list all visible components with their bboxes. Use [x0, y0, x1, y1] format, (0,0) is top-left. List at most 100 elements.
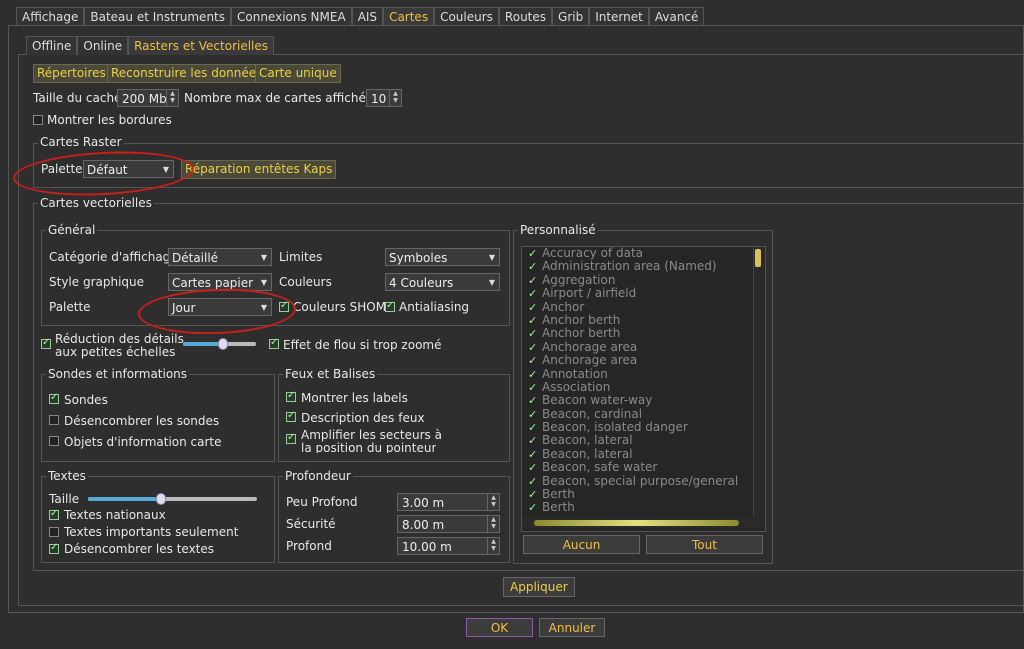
- list-item[interactable]: ✓ Airport / airfield: [522, 286, 765, 300]
- list-item[interactable]: ✓ Aggregation: [522, 273, 765, 287]
- select-none-button[interactable]: Aucun: [523, 535, 640, 554]
- tab-bateau[interactable]: Bateau et Instruments: [84, 7, 231, 26]
- shallow-stepper[interactable]: 3.00 m ▲ ▼: [397, 493, 500, 511]
- check-icon[interactable]: ✓: [528, 448, 537, 461]
- light-description-checkbox[interactable]: [286, 410, 296, 422]
- declutter-texts-checkbox[interactable]: [49, 542, 59, 554]
- tab-affichage[interactable]: Affichage: [16, 7, 85, 26]
- stepper-arrows-icon[interactable]: ▲ ▼: [487, 538, 499, 554]
- list-item[interactable]: ✓ Beacon, special purpose/general: [522, 474, 765, 488]
- tab-internet[interactable]: Internet: [589, 7, 649, 26]
- subtab-rasters-vectorielles[interactable]: Rasters et Vectorielles: [128, 36, 275, 55]
- cancel-button[interactable]: Annuler: [539, 618, 605, 637]
- safety-stepper[interactable]: 8.00 m ▲ ▼: [397, 515, 500, 533]
- stepper-arrows-icon[interactable]: ▲ ▼: [166, 90, 178, 106]
- check-icon[interactable]: ✓: [528, 501, 537, 514]
- select-all-button[interactable]: Tout: [646, 535, 763, 554]
- tab-avance[interactable]: Avancé: [648, 7, 705, 26]
- reconstruire-button[interactable]: Reconstruire les données: [107, 64, 267, 83]
- list-item[interactable]: ✓ Beacon, lateral: [522, 447, 765, 461]
- list-item[interactable]: ✓ Anchor: [522, 300, 765, 314]
- colors-select[interactable]: 4 Couleurs ▼: [385, 273, 500, 291]
- carte-unique-button[interactable]: Carte unique: [255, 64, 341, 83]
- list-item[interactable]: ✓ Beacon, isolated danger: [522, 420, 765, 434]
- check-icon[interactable]: ✓: [528, 327, 537, 340]
- repair-kaps-button[interactable]: Réparation entêtes Kaps: [181, 160, 337, 179]
- blur-checkbox[interactable]: [269, 337, 279, 349]
- important-texts-checkbox[interactable]: [49, 527, 59, 537]
- vertical-scrollbar-handle[interactable]: [755, 249, 761, 267]
- deep-stepper[interactable]: 10.00 m ▲ ▼: [397, 537, 500, 555]
- stepper-arrows-icon[interactable]: ▲ ▼: [487, 516, 499, 532]
- show-labels-checkbox[interactable]: [286, 390, 296, 402]
- check-icon[interactable]: ✓: [528, 461, 537, 474]
- check-icon[interactable]: ✓: [528, 408, 537, 421]
- list-item[interactable]: ✓ Beacon, cardinal: [522, 407, 765, 421]
- list-item[interactable]: ✓ Berth: [522, 500, 765, 515]
- list-item-label: Berth: [542, 500, 575, 515]
- list-item[interactable]: ✓ Association: [522, 380, 765, 394]
- tab-connexions-nmea[interactable]: Connexions NMEA: [231, 7, 352, 26]
- tab-couleurs[interactable]: Couleurs: [434, 7, 499, 26]
- repertoires-button[interactable]: Répertoires: [33, 64, 110, 83]
- sondes-checkbox[interactable]: [49, 392, 59, 404]
- subtab-online[interactable]: Online: [77, 36, 129, 55]
- list-item-label: Beacon water-way: [542, 393, 653, 408]
- check-icon[interactable]: ✓: [528, 475, 537, 488]
- check-icon[interactable]: ✓: [528, 301, 537, 314]
- check-icon[interactable]: ✓: [528, 434, 537, 447]
- check-icon[interactable]: ✓: [528, 488, 537, 501]
- list-item[interactable]: ✓ Beacon, safe water: [522, 461, 765, 475]
- horizontal-scrollbar-handle[interactable]: [534, 520, 739, 526]
- declutter-soundings-checkbox[interactable]: [49, 415, 59, 425]
- stepper-arrows-icon[interactable]: ▲ ▼: [487, 494, 499, 510]
- subtab-offline[interactable]: Offline: [26, 36, 78, 55]
- list-item[interactable]: ✓ Anchorage area: [522, 353, 765, 367]
- cache-size-stepper[interactable]: 200 Mb ▲ ▼: [117, 89, 179, 107]
- check-icon[interactable]: ✓: [528, 354, 537, 367]
- check-icon[interactable]: ✓: [528, 287, 537, 300]
- list-item[interactable]: ✓ Anchorage area: [522, 340, 765, 354]
- check-icon[interactable]: ✓: [528, 421, 537, 434]
- reduction-slider-handle[interactable]: [218, 338, 228, 350]
- max-charts-stepper[interactable]: 10 ▲ ▼: [366, 89, 402, 107]
- amplify-sectors-checkbox[interactable]: [286, 432, 296, 444]
- stepper-arrows-icon[interactable]: ▲ ▼: [389, 90, 401, 106]
- list-item[interactable]: ✓ Beacon water-way: [522, 393, 765, 408]
- check-icon[interactable]: ✓: [528, 341, 537, 354]
- ok-button[interactable]: OK: [466, 618, 533, 637]
- check-icon[interactable]: ✓: [528, 368, 537, 381]
- list-item[interactable]: ✓ Anchor berth: [522, 313, 765, 327]
- tab-ais[interactable]: AIS: [351, 7, 384, 26]
- category-select[interactable]: Détaillé ▼: [168, 248, 272, 266]
- info-objects-checkbox[interactable]: [49, 436, 59, 446]
- check-icon[interactable]: ✓: [528, 260, 537, 273]
- tab-cartes[interactable]: Cartes: [383, 7, 435, 26]
- list-item-label: Administration area (Named): [542, 259, 717, 274]
- tab-routes[interactable]: Routes: [498, 7, 553, 26]
- list-item[interactable]: ✓ Administration area (Named): [522, 259, 765, 274]
- text-size-slider-handle[interactable]: [156, 493, 166, 505]
- list-item[interactable]: ✓ Beacon, lateral: [522, 434, 765, 448]
- check-icon[interactable]: ✓: [528, 381, 537, 394]
- check-icon[interactable]: ✓: [528, 274, 537, 287]
- list-item[interactable]: ✓ Annotation: [522, 367, 765, 381]
- antialiasing-checkbox[interactable]: [385, 300, 395, 312]
- list-item[interactable]: ✓ Berth: [522, 487, 765, 501]
- limits-select[interactable]: Symboles ▼: [385, 248, 500, 266]
- national-texts-checkbox[interactable]: [49, 508, 59, 520]
- show-borders-checkbox[interactable]: [33, 115, 43, 125]
- info-objects-label: Objets d'information carte: [64, 435, 222, 449]
- list-item[interactable]: ✓ Accuracy of data: [522, 247, 765, 260]
- check-icon[interactable]: ✓: [528, 314, 537, 327]
- tab-grib[interactable]: Grib: [552, 7, 590, 26]
- custom-object-list[interactable]: ✓ Accuracy of data ✓ Administration area (N…: [521, 246, 766, 532]
- vertical-scrollbar[interactable]: [753, 247, 764, 517]
- check-icon[interactable]: ✓: [528, 394, 537, 407]
- list-item[interactable]: ✓ Anchor berth: [522, 327, 765, 341]
- check-icon[interactable]: ✓: [528, 247, 537, 260]
- cache-size-label: Taille du cache: [33, 91, 122, 105]
- apply-button[interactable]: Appliquer: [503, 577, 575, 597]
- reduction-checkbox[interactable]: [41, 337, 51, 349]
- raster-group-title: Cartes Raster: [38, 135, 124, 149]
